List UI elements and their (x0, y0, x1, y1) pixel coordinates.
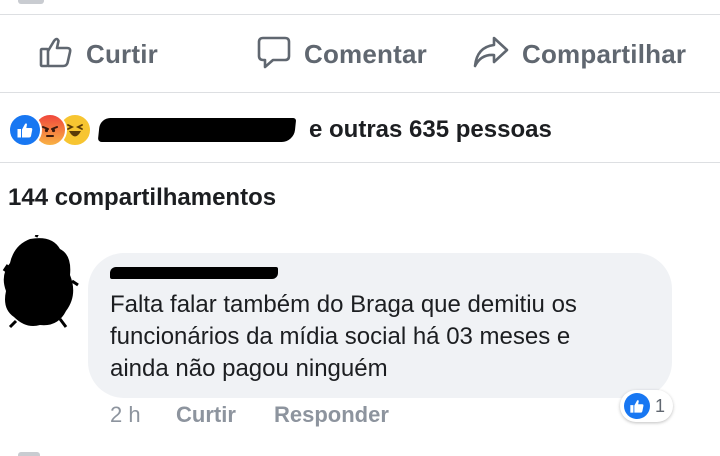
share-button[interactable]: Compartilhar (472, 35, 686, 73)
share-arrow-icon (472, 34, 510, 75)
redacted-reactor-name (97, 118, 297, 142)
comment-bubble: Falta falar também do Braga que demitiu … (88, 253, 672, 398)
comment-bubble-icon (256, 34, 292, 75)
comment-button-label: Comentar (304, 38, 427, 69)
next-item-fragment (18, 452, 40, 456)
comment-text: Falta falar também do Braga que demitiu … (110, 291, 577, 382)
divider (0, 92, 720, 93)
shares-count[interactable]: 144 compartilhamentos (8, 184, 276, 212)
thumbs-up-icon (38, 34, 74, 75)
post-action-bar: Curtir Comentar Compartilhar (0, 15, 720, 92)
share-button-label: Compartilhar (522, 38, 687, 69)
redacted-comment-author (110, 267, 278, 279)
comment-like-count-badge[interactable]: 1 (620, 390, 674, 422)
comment-like-button[interactable]: Curtir (176, 402, 236, 428)
like-count-icon (624, 393, 650, 419)
comment-like-count: 1 (655, 395, 666, 416)
reactions-summary[interactable]: e outras 635 pessoas (8, 110, 552, 150)
reactions-others-text[interactable]: e outras 635 pessoas (309, 116, 552, 144)
comment-reply-button[interactable]: Responder (274, 402, 389, 428)
like-button[interactable]: Curtir (38, 35, 158, 73)
avatar[interactable] (0, 232, 80, 329)
comment-timestamp: 2 h (110, 402, 141, 427)
divider (0, 162, 720, 163)
like-reaction-icon (8, 113, 42, 147)
like-button-label: Curtir (86, 38, 158, 69)
comment-button[interactable]: Comentar (256, 35, 427, 73)
previous-item-fragment (18, 0, 44, 4)
